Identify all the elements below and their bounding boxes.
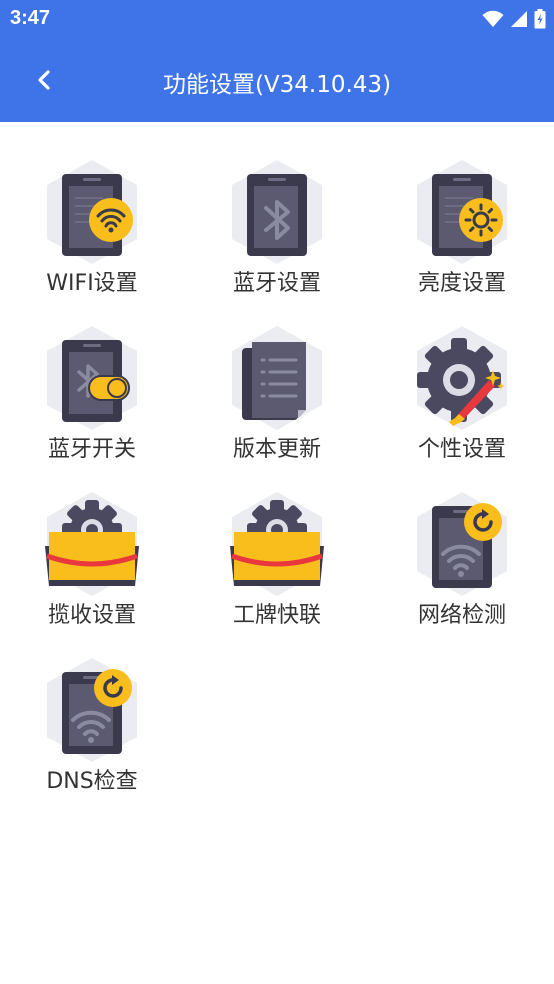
function-label: DNS检查 xyxy=(46,769,138,794)
function-label: 网络检测 xyxy=(417,603,506,628)
wifi-settings-icon xyxy=(47,160,137,264)
bluetooth-toggle-icon xyxy=(47,326,137,430)
wifi-signal-icon xyxy=(482,10,504,27)
status-time: 3:47 xyxy=(10,7,51,29)
status-bar: 3:47 xyxy=(0,0,554,38)
function-item-badge-quick-connect[interactable]: 工牌快联 xyxy=(197,454,357,628)
function-label: 工牌快联 xyxy=(232,603,321,628)
function-item-bluetooth-toggle[interactable]: 蓝牙开关 xyxy=(12,288,172,462)
app-bar: 功能设置(V34.10.43) xyxy=(0,38,554,122)
version-update-icon xyxy=(232,326,322,430)
bluetooth-settings-icon xyxy=(232,160,322,264)
pickup-settings-icon xyxy=(45,492,139,596)
function-item-personalization[interactable]: 个性设置 xyxy=(382,288,542,462)
status-icons xyxy=(482,6,546,32)
function-item-wifi-settings[interactable]: WIFI设置 xyxy=(12,122,172,296)
function-item-pickup-settings[interactable]: 揽收设置 xyxy=(12,454,172,628)
function-item-version-update[interactable]: 版本更新 xyxy=(197,288,357,462)
page-title: 功能设置(V34.10.43) xyxy=(162,72,392,98)
function-item-brightness-settings[interactable]: 亮度设置 xyxy=(382,122,542,296)
function-item-network-check[interactable]: 网络检测 xyxy=(382,454,542,628)
brightness-settings-icon xyxy=(417,160,507,264)
function-item-bluetooth-settings[interactable]: 蓝牙设置 xyxy=(197,122,357,296)
function-item-dns-check[interactable]: DNS检查 xyxy=(12,620,172,794)
dns-check-icon xyxy=(47,658,137,762)
personalization-icon xyxy=(417,326,507,430)
network-check-icon xyxy=(417,492,507,596)
cellular-signal-icon xyxy=(511,11,527,27)
battery-icon xyxy=(534,9,546,29)
badge-quick-connect-icon xyxy=(230,492,324,596)
